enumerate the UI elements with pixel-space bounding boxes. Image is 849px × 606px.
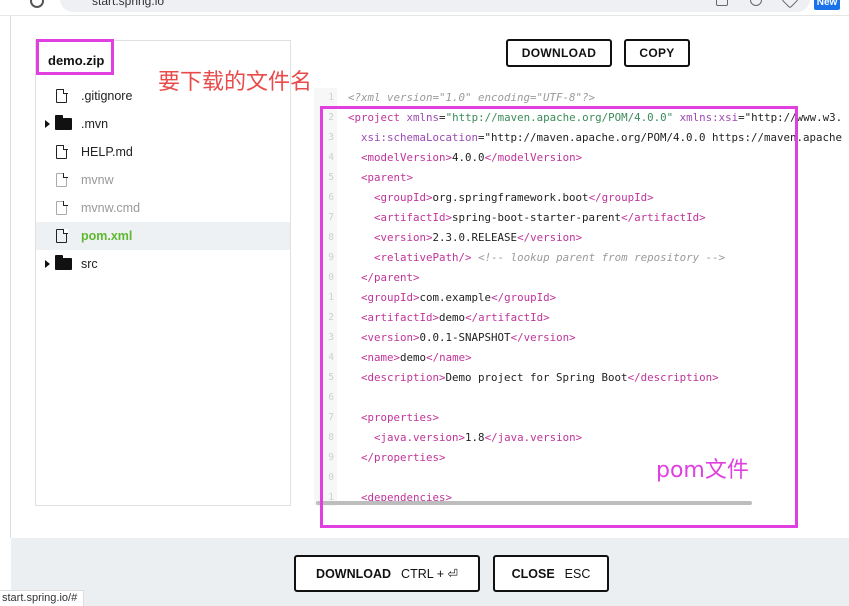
chevron-right-icon[interactable]: [45, 120, 50, 128]
reload-icon[interactable]: [30, 0, 44, 8]
annotation-pom-note: pom文件: [656, 458, 749, 483]
tree-item-label: .gitignore: [81, 89, 133, 103]
code-text: <?xml version="1.0" encoding="UTF-8"?>: [348, 91, 596, 104]
close-label: CLOSE: [511, 566, 555, 581]
folder-icon: [55, 255, 72, 270]
folder-icon: [55, 115, 72, 130]
footer-download-button[interactable]: DOWNLOAD CTRL + ⏎: [294, 555, 480, 592]
tree-item-mvnw-cmd[interactable]: mvnw.cmd: [36, 194, 290, 222]
tree-item-label: mvnw.cmd: [81, 201, 141, 215]
footer-download-shortcut: CTRL + ⏎: [401, 567, 458, 581]
panel-divider: [10, 16, 11, 538]
chevron-right-icon[interactable]: [45, 260, 50, 268]
file-icon: [56, 200, 68, 215]
file-icon: [56, 144, 68, 159]
install-icon[interactable]: [716, 0, 728, 6]
tree-item-mvnw[interactable]: mvnw: [36, 166, 290, 194]
tree-item-src[interactable]: src: [36, 250, 290, 278]
tree-item-label: .mvn: [81, 117, 109, 131]
tree-item-label: mvnw: [81, 173, 114, 187]
download-button[interactable]: DOWNLOAD: [506, 39, 612, 67]
address-text: start.spring.io: [92, 0, 165, 8]
tree-item-label: pom.xml: [81, 229, 133, 243]
file-icon: [56, 172, 68, 187]
status-bar-url: start.spring.io/#: [0, 590, 85, 606]
file-icon: [56, 88, 68, 103]
zip-file-name: demo.zip: [48, 53, 105, 68]
annotation-zip-note: 要下载的文件名: [158, 70, 313, 95]
tree-item-help[interactable]: HELP.md: [36, 138, 290, 166]
close-button[interactable]: CLOSE ESC: [493, 555, 609, 592]
new-badge[interactable]: New: [814, 0, 840, 10]
tree-item-label: HELP.md: [81, 145, 133, 159]
line-number: 1: [328, 92, 334, 103]
close-shortcut: ESC: [564, 566, 591, 581]
tree-item-mvn[interactable]: .mvn: [36, 110, 290, 138]
browser-toolbar: start.spring.io New: [0, 0, 849, 16]
address-bar[interactable]: start.spring.io: [60, 0, 810, 12]
tree-item-label: src: [81, 257, 98, 271]
tree-item-pom[interactable]: pom.xml: [36, 222, 290, 250]
footer-download-label: DOWNLOAD: [316, 566, 392, 581]
file-icon: [56, 228, 68, 243]
copy-button[interactable]: COPY: [624, 39, 690, 67]
file-tree: demo.zip .gitignore .mvn HELP.md mvnw mv…: [35, 39, 291, 506]
